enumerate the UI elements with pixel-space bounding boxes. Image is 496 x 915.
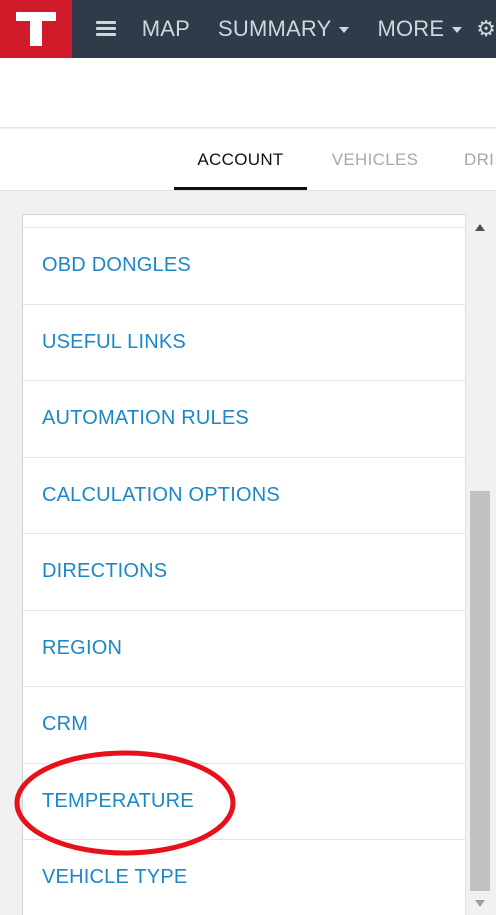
list-item-vehicle-type[interactable]: VEHICLE TYPE xyxy=(23,840,466,915)
top-navigation-bar: MAP SUMMARY MORE ⚙ xyxy=(0,0,496,58)
tab-account-label: ACCOUNT xyxy=(197,150,284,169)
nav-summary[interactable]: SUMMARY xyxy=(218,16,350,42)
list-item-automation-rules[interactable]: AUTOMATION RULES xyxy=(23,381,466,458)
list-item-label: AUTOMATION RULES xyxy=(42,407,249,430)
logo-t-icon xyxy=(15,12,56,46)
list-item-calculation-options[interactable]: CALCULATION OPTIONS xyxy=(23,458,466,534)
page-header xyxy=(0,58,496,128)
nav-map-label: MAP xyxy=(141,16,190,41)
settings-list: OBD DONGLES USEFUL LINKS AUTOMATION RULE… xyxy=(23,215,466,915)
list-scrollbar[interactable] xyxy=(465,214,496,915)
settings-list-panel: OBD DONGLES USEFUL LINKS AUTOMATION RULE… xyxy=(22,214,496,915)
scroll-up-arrow-icon[interactable] xyxy=(475,224,485,231)
nav-map[interactable]: MAP xyxy=(142,16,190,42)
list-item-obd-dongles[interactable]: OBD DONGLES xyxy=(23,228,466,305)
settings-tabs: ACCOUNT VEHICLES DRI xyxy=(0,129,496,191)
scroll-down-arrow-icon[interactable] xyxy=(475,900,485,907)
list-item-label: DIRECTIONS xyxy=(42,560,168,583)
list-item-temperature[interactable]: TEMPERATURE xyxy=(23,764,466,840)
chevron-down-icon xyxy=(339,27,350,33)
list-item-label: VEHICLE TYPE xyxy=(42,866,188,889)
nav-more[interactable]: MORE xyxy=(377,16,463,42)
nav-more-label: MORE xyxy=(377,16,445,41)
scrollbar-thumb[interactable] xyxy=(470,491,490,891)
list-item-label: CALCULATION OPTIONS xyxy=(42,483,280,506)
gear-icon[interactable]: ⚙ xyxy=(476,16,496,42)
list-item-partial xyxy=(23,215,466,228)
brand-logo[interactable] xyxy=(0,0,72,58)
nav-summary-label: SUMMARY xyxy=(218,16,332,41)
list-item-label: TEMPERATURE xyxy=(42,789,194,812)
hamburger-icon[interactable] xyxy=(95,20,116,38)
tab-vehicles-label: VEHICLES xyxy=(331,150,419,169)
list-item-directions[interactable]: DIRECTIONS xyxy=(23,534,466,611)
list-item-label: REGION xyxy=(42,636,123,659)
list-item-crm[interactable]: CRM xyxy=(23,687,466,764)
tab-drivers[interactable]: DRI xyxy=(464,129,496,190)
list-item-label: CRM xyxy=(42,713,89,736)
list-item-label: OBD DONGLES xyxy=(42,254,191,277)
list-item-label: USEFUL LINKS xyxy=(42,330,186,353)
tab-drivers-label: DRI xyxy=(464,150,495,169)
list-item-region[interactable]: REGION xyxy=(23,611,466,687)
list-item-useful-links[interactable]: USEFUL LINKS xyxy=(23,305,466,381)
tab-vehicles[interactable]: VEHICLES xyxy=(320,129,430,190)
tab-account[interactable]: ACCOUNT xyxy=(174,129,307,190)
chevron-down-icon xyxy=(452,27,463,33)
